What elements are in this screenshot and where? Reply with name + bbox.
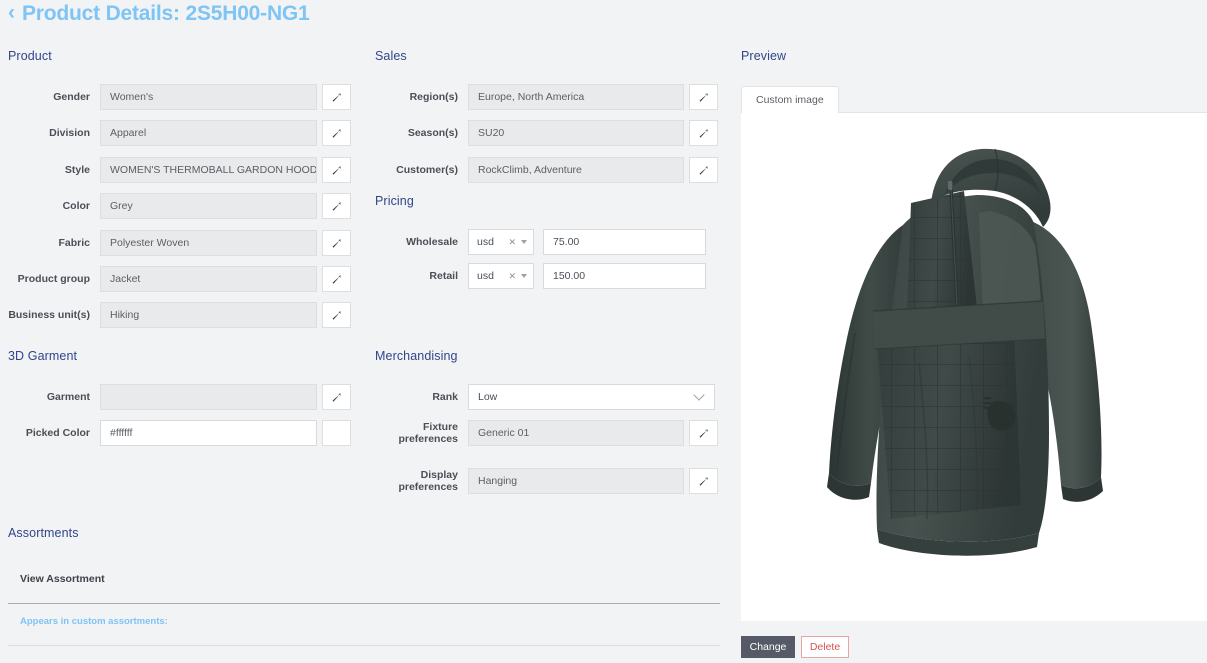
field-label-division: Division xyxy=(49,126,90,139)
tab-custom-image[interactable]: Custom image xyxy=(741,86,839,113)
field-value-customers[interactable]: RockClimb, Adventure xyxy=(468,157,684,183)
goto-arrow-icon-fabric[interactable] xyxy=(322,230,351,256)
field-value-gender[interactable]: Women's xyxy=(100,84,317,110)
field-row-gender: Gender Women's xyxy=(0,84,351,110)
field-row-product-group: Product group Jacket xyxy=(0,266,351,292)
field-value-division[interactable]: Apparel xyxy=(100,120,317,146)
rank-value: Low xyxy=(478,391,498,403)
field-value-style[interactable]: WOMEN'S THERMOBALL GARDON HOODIE xyxy=(100,157,317,183)
goto-arrow-icon-business-units[interactable] xyxy=(322,302,351,328)
goto-arrow-icon-color[interactable] xyxy=(322,193,351,219)
field-row-rank: Rank Low xyxy=(370,384,715,410)
section-title-3d-garment: 3D Garment xyxy=(8,349,78,363)
field-row-color: Color Grey xyxy=(0,193,351,219)
rank-dropdown[interactable]: Low xyxy=(468,384,715,410)
color-swatch-button[interactable] xyxy=(322,420,351,446)
change-image-button[interactable]: Change xyxy=(741,636,795,658)
field-row-division: Division Apparel xyxy=(0,120,351,146)
goto-arrow-icon-division[interactable] xyxy=(322,120,351,146)
field-row-picked-color: Picked Color #ffffff xyxy=(0,420,351,446)
product-details-page: ‹ Product Details: 2S5H00-NG1 Product Ge… xyxy=(0,0,1207,663)
field-label-product-group: Product group xyxy=(17,272,90,285)
preview-image-panel xyxy=(741,113,1207,621)
currency-select-wholesale[interactable]: usd ✕ xyxy=(468,229,534,255)
field-row-retail: Retail usd ✕ 150.00 xyxy=(370,263,706,289)
color-swatch-preview xyxy=(328,425,345,441)
field-row-style: Style WOMEN'S THERMOBALL GARDON HOODIE xyxy=(0,157,351,183)
chevron-down-icon-retail xyxy=(521,274,527,278)
field-row-display-preferences: Display preferences Hanging xyxy=(370,468,718,494)
price-input-retail[interactable]: 150.00 xyxy=(543,263,706,289)
field-label-regions: Region(s) xyxy=(409,90,458,103)
price-input-wholesale[interactable]: 75.00 xyxy=(543,229,706,255)
garment-image xyxy=(827,148,1103,556)
goto-arrow-icon-gender[interactable] xyxy=(322,84,351,110)
appears-in-custom-assortments-label: Appears in custom assortments: xyxy=(20,616,168,627)
goto-arrow-icon-product-group[interactable] xyxy=(322,266,351,292)
goto-arrow-icon-garment[interactable] xyxy=(322,384,351,410)
field-label-wholesale: Wholesale xyxy=(406,235,458,248)
field-label-rank: Rank xyxy=(432,390,458,403)
field-value-business-units[interactable]: Hiking xyxy=(100,302,317,328)
field-row-regions: Region(s) Europe, North America xyxy=(370,84,718,110)
field-label-gender: Gender xyxy=(53,90,90,103)
picked-color-input[interactable]: #ffffff xyxy=(100,420,317,446)
delete-image-button[interactable]: Delete xyxy=(801,636,849,658)
preview-tab-strip: Custom image xyxy=(741,86,1207,113)
currency-select-retail[interactable]: usd ✕ xyxy=(468,263,534,289)
field-label-picked-color: Picked Color xyxy=(25,426,90,439)
assortments-divider-bottom xyxy=(8,645,720,646)
field-value-regions[interactable]: Europe, North America xyxy=(468,84,684,110)
field-value-fabric[interactable]: Polyester Woven xyxy=(100,230,317,256)
section-title-product: Product xyxy=(8,49,52,63)
field-label-customers: Customer(s) xyxy=(396,163,458,176)
chevron-down-icon-rank xyxy=(693,389,705,401)
section-title-pricing: Pricing xyxy=(375,194,414,208)
goto-arrow-icon-seasons[interactable] xyxy=(689,120,718,146)
clear-icon-retail[interactable]: ✕ xyxy=(508,271,516,282)
goto-arrow-icon-style[interactable] xyxy=(322,157,351,183)
field-label-garment: Garment xyxy=(46,390,90,403)
field-label-color: Color xyxy=(62,199,90,212)
field-row-seasons: Season(s) SU20 xyxy=(370,120,718,146)
field-label-display-preferences: Display preferences xyxy=(398,468,458,493)
goto-arrow-icon-fixture-preferences[interactable] xyxy=(689,420,718,446)
field-value-seasons[interactable]: SU20 xyxy=(468,120,684,146)
page-title: Product Details: 2S5H00-NG1 xyxy=(22,2,310,25)
field-value-color[interactable]: Grey xyxy=(100,193,317,219)
section-title-assortments: Assortments xyxy=(8,526,79,540)
chevron-down-icon-wholesale xyxy=(521,240,527,244)
field-value-fixture-preferences[interactable]: Generic 01 xyxy=(468,420,684,446)
field-row-business-units: Business unit(s) Hiking xyxy=(0,302,351,328)
field-value-display-preferences[interactable]: Hanging xyxy=(468,468,684,494)
field-label-business-units: Business unit(s) xyxy=(8,308,90,321)
page-header: ‹ Product Details: 2S5H00-NG1 xyxy=(8,2,310,25)
field-row-garment: Garment xyxy=(0,384,351,410)
section-title-preview: Preview xyxy=(741,49,787,63)
field-row-fixture-preferences: Fixture preferences Generic 01 xyxy=(370,420,718,446)
section-title-sales: Sales xyxy=(375,49,407,63)
section-title-merchandising: Merchandising xyxy=(375,349,458,363)
field-row-wholesale: Wholesale usd ✕ 75.00 xyxy=(370,229,706,255)
field-row-fabric: Fabric Polyester Woven xyxy=(0,230,351,256)
field-value-product-group[interactable]: Jacket xyxy=(100,266,317,292)
currency-value-retail: usd xyxy=(477,270,494,282)
field-label-fixture-preferences: Fixture preferences xyxy=(398,420,458,445)
goto-arrow-icon-regions[interactable] xyxy=(689,84,718,110)
field-label-fabric: Fabric xyxy=(58,236,90,249)
field-label-style: Style xyxy=(64,163,90,176)
field-label-seasons: Season(s) xyxy=(407,126,458,139)
field-label-retail: Retail xyxy=(429,269,458,282)
field-value-garment[interactable] xyxy=(100,384,317,410)
goto-arrow-icon-display-preferences[interactable] xyxy=(689,468,718,494)
chevron-left-icon[interactable]: ‹ xyxy=(8,2,15,23)
view-assortment-link[interactable]: View Assortment xyxy=(20,573,105,585)
assortments-divider-top xyxy=(8,603,720,604)
goto-arrow-icon-customers[interactable] xyxy=(689,157,718,183)
field-row-customers: Customer(s) RockClimb, Adventure xyxy=(370,157,718,183)
clear-icon-wholesale[interactable]: ✕ xyxy=(508,237,516,248)
currency-value-wholesale: usd xyxy=(477,236,494,248)
